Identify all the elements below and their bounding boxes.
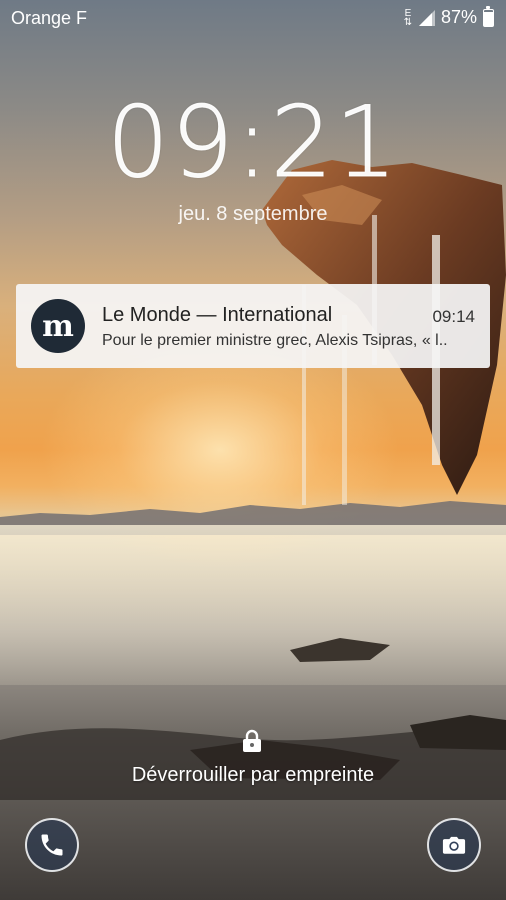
phone-icon: [41, 834, 63, 856]
battery-percent: 87%: [440, 7, 477, 27]
data-network-icon: E ⇅: [403, 8, 413, 28]
status-bar: Orange F E ⇅ 87%: [0, 0, 506, 36]
carrier-name: Orange F: [11, 8, 88, 28]
lock-screen: Orange F E ⇅ 87% 09:21 jeu. 8 septembre …: [0, 0, 506, 900]
unlock-fingerprint-hint: Déverrouiller par empreinte: [131, 764, 375, 786]
phone-shortcut-button[interactable]: [25, 818, 79, 872]
notification-text: Pour le premier ministre grec, Alexis Ts…: [102, 332, 448, 349]
data-arrows: ⇅: [403, 16, 413, 28]
signal-icon: [418, 9, 435, 26]
notification-title: Le Monde — International: [102, 304, 333, 326]
lock-clock: 09:21: [106, 86, 400, 201]
battery-fill: [484, 11, 493, 26]
battery-icon: [483, 5, 494, 27]
camera-icon: [442, 836, 466, 854]
status-icons: E ⇅ 87%: [403, 5, 494, 28]
camera-shortcut-button[interactable]: [427, 818, 481, 872]
notification-card[interactable]: m Le Monde — International 09:14 Pour le…: [16, 284, 490, 368]
lock-date: jeu. 8 septembre: [178, 203, 328, 225]
notification-time: 09:14: [432, 307, 475, 326]
le-monde-app-icon: m: [31, 299, 85, 353]
lock-icon: [243, 729, 261, 752]
